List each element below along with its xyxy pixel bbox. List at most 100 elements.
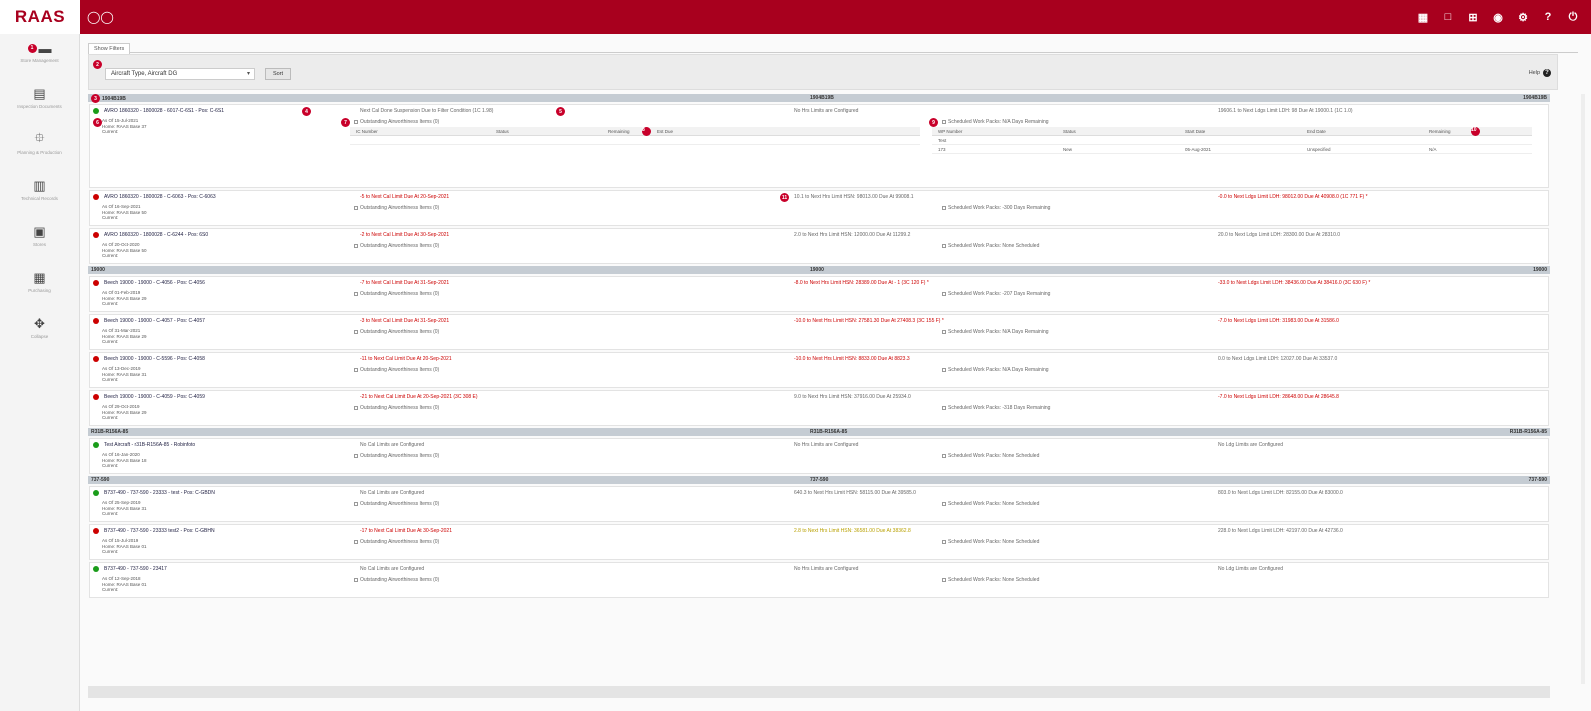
hrs-limit: 640.3 to Next Hrs Limit HSN: 58115.00 Du… [794, 490, 916, 496]
cal-limit: -17 to Next Cal Limit Due At 30-Sep-2021 [360, 528, 452, 534]
aircraft-card[interactable]: AVRO 1860320 - 1800028 - 6017-C-6S1 - Po… [89, 104, 1549, 188]
step-badge: 11 [780, 193, 789, 202]
aircraft-title[interactable]: B737-490 - 737-590 - 23417 [104, 566, 167, 572]
aircraft-card[interactable]: Beech 19000 - 19000 - C-4057 - Pos: C-40… [89, 314, 1549, 350]
outstanding-airworthiness-toggle[interactable]: Outstanding Airworthiness Items (0) [354, 501, 439, 507]
scheduled-work-packs-toggle[interactable]: Scheduled Work Packs: None Scheduled [942, 577, 1039, 583]
column-header[interactable]: End Date [1301, 129, 1423, 134]
aircraft-card[interactable]: Beech 19000 - 19000 - C-4059 - Pos: C-40… [89, 390, 1549, 426]
scheduled-work-packs-toggle[interactable]: Scheduled Work Packs: -300 Days Remainin… [942, 205, 1050, 211]
sidebar-item-planning-production[interactable]: ⯐ Planning & Production [0, 126, 79, 172]
scheduled-work-packs-toggle[interactable]: Scheduled Work Packs: N/A Days Remaining [942, 119, 1049, 125]
sidebar-item-store-management[interactable]: 1 ▬ Store Management [0, 34, 79, 80]
step-badge: 2 [93, 60, 102, 69]
aircraft-title[interactable]: AVRO 1860320 - 1800028 - C-6244 - Pos: 6… [104, 232, 208, 238]
outstanding-airworthiness-toggle[interactable]: Outstanding Airworthiness Items (0) [354, 577, 439, 583]
outstanding-airworthiness-label: Outstanding Airworthiness Items (0) [360, 119, 440, 125]
step-badge: 4 [302, 107, 311, 116]
checkbox-icon [942, 453, 946, 458]
outstanding-airworthiness-toggle[interactable]: Outstanding Airworthiness Items (0) [354, 205, 439, 211]
outstanding-airworthiness-toggle[interactable]: Outstanding Airworthiness Items (0) [354, 405, 439, 411]
group-header: 19000 19000 19000 [88, 266, 1550, 274]
show-filters-tab[interactable]: Show Filters [88, 43, 131, 54]
scheduled-work-packs-toggle[interactable]: Scheduled Work Packs: N/A Days Remaining [942, 329, 1049, 335]
checkbox-icon [942, 577, 946, 582]
outstanding-airworthiness-toggle[interactable]: Outstanding Airworthiness Items (0) [354, 539, 439, 545]
scheduled-work-packs-toggle[interactable]: Scheduled Work Packs: None Scheduled [942, 501, 1039, 507]
scheduled-work-packs-toggle[interactable]: Scheduled Work Packs: N/A Days Remaining [942, 367, 1049, 373]
export-icon[interactable]: ⊞ [1467, 11, 1479, 24]
aircraft-card[interactable]: B737-490 - 737-590 - 23417 No Cal Limits … [89, 562, 1549, 598]
aircraft-title[interactable]: Beech 19000 - 19000 - C-5596 - Pos: C-40… [104, 356, 205, 362]
aircraft-title[interactable]: Beech 19000 - 19000 - C-4057 - Pos: C-40… [104, 318, 205, 324]
aircraft-title[interactable]: Test Aircraft - r31B-R156A-85 - Robinfot… [104, 442, 195, 448]
brand-logo[interactable]: RAAS [0, 0, 80, 34]
table-row[interactable]: 173 New 05-Aug-2021 Unspecified N/A [932, 145, 1532, 154]
sidebar-item-label: Technical Records [21, 196, 58, 201]
aircraft-title[interactable]: AVRO 1860320 - 1800028 - C-6063 - Pos: C… [104, 194, 216, 200]
sidebar-item-stores[interactable]: ▣ Stores [0, 218, 79, 264]
aircraft-card[interactable]: Beech 19000 - 19000 - C-4056 - Pos: C-40… [89, 276, 1549, 312]
help-link[interactable]: Help ? [1529, 69, 1551, 77]
globe-icon[interactable]: ◉ [1492, 11, 1504, 24]
as-of-line: Current: [102, 587, 119, 592]
sidebar-item-purchasing[interactable]: ▦ Purchasing [0, 264, 79, 310]
chat-icon[interactable]: □ [1442, 11, 1454, 24]
scheduled-work-packs-toggle[interactable]: Scheduled Work Packs: None Scheduled [942, 539, 1039, 545]
scheduled-work-packs-toggle[interactable]: Scheduled Work Packs: -207 Days Remainin… [942, 291, 1050, 297]
sidebar-item-collapse[interactable]: ✥ Collapse [0, 310, 79, 356]
calculator-icon: ▦ [33, 270, 46, 285]
column-header[interactable]: Start Date [1179, 129, 1301, 134]
table-cell: New [1063, 146, 1073, 152]
aircraft-card[interactable]: AVRO 1860320 - 1800028 - C-6063 - Pos: C… [89, 190, 1549, 226]
table-cell: 05-Aug-2021 [1185, 146, 1212, 152]
scheduled-work-packs-label: Scheduled Work Packs: -318 Days Remainin… [948, 405, 1051, 411]
outstanding-airworthiness-toggle[interactable]: Outstanding Airworthiness Items (0) [354, 291, 439, 297]
aircraft-title[interactable]: Beech 19000 - 19000 - C-4056 - Pos: C-40… [104, 280, 205, 286]
power-icon[interactable]: ⏻ [1567, 11, 1579, 24]
outstanding-airworthiness-toggle[interactable]: Outstanding Airworthiness Items (0) [354, 367, 439, 373]
cal-limit: No Cal Limits are Configured [360, 566, 425, 572]
column-header[interactable]: Status [1057, 129, 1179, 134]
group-by-select[interactable]: Aircraft Type, Aircraft DG ▾ [105, 68, 255, 80]
ldg-limit: 803.0 to Next Ldgs Limit LDH: 82155.00 D… [1218, 490, 1343, 496]
column-header[interactable]: Est Due [651, 129, 881, 134]
sort-button[interactable]: Sort [265, 68, 291, 80]
column-header[interactable]: IC Number [350, 129, 490, 134]
report-icon[interactable]: ▦ [1417, 11, 1429, 24]
step-badge: 5 [556, 107, 565, 116]
scheduled-work-packs-toggle[interactable]: Scheduled Work Packs: None Scheduled [942, 453, 1039, 459]
settings-icon[interactable]: ⚙ [1517, 11, 1529, 24]
aircraft-title[interactable]: B737-490 - 737-590 - 23333 test2 - Pos: … [104, 528, 215, 534]
sidebar-item-technical-records[interactable]: ▥ Technical Records [0, 172, 79, 218]
aircraft-card[interactable]: Test Aircraft - r31B-R156A-85 - Robinfot… [89, 438, 1549, 474]
scheduled-work-packs-toggle[interactable]: Scheduled Work Packs: None Scheduled [942, 243, 1039, 249]
aircraft-card[interactable]: Beech 19000 - 19000 - C-5596 - Pos: C-40… [89, 352, 1549, 388]
aircraft-title[interactable]: B737-490 - 737-590 - 23333 - test - Pos:… [104, 490, 215, 496]
aircraft-card[interactable]: AVRO 1860320 - 1800028 - C-6244 - Pos: 6… [89, 228, 1549, 264]
sidebar-item-inspection-documents[interactable]: ▤ Inspection Documents [0, 80, 79, 126]
aircraft-title[interactable]: Beech 19000 - 19000 - C-4059 - Pos: C-40… [104, 394, 205, 400]
aircraft-card[interactable]: B737-490 - 737-590 - 23333 test2 - Pos: … [89, 524, 1549, 560]
as-of-block: As Of 31-Mar-2021 Home: RAAS Base 29 Curre… [102, 328, 147, 345]
outstanding-airworthiness-toggle[interactable]: Outstanding Airworthiness Items (0) [354, 453, 439, 459]
aircraft-card[interactable]: B737-490 - 737-590 - 23333 - test - Pos:… [89, 486, 1549, 522]
checkbox-icon [354, 119, 358, 124]
table-row[interactable]: Test [932, 136, 1532, 145]
help-icon[interactable]: ? [1542, 11, 1554, 24]
outstanding-airworthiness-toggle[interactable]: Outstanding Airworthiness Items (0) [354, 243, 439, 249]
scrollbar[interactable] [1581, 94, 1585, 684]
column-header[interactable]: Status [490, 129, 602, 134]
column-header[interactable]: WP Number [932, 129, 1057, 134]
table-header: WP Number Status Start Date End Date Remaini… [932, 126, 1532, 136]
as-of-block: As Of 15-Jul-2021 Home: RAAS Base 37 Curre… [102, 118, 147, 135]
binoculars-icon[interactable]: ◯◯ [87, 10, 114, 24]
checkbox-icon [942, 291, 946, 296]
outstanding-airworthiness-toggle[interactable]: Outstanding Airworthiness Items (0) [354, 329, 439, 335]
work-packs-table: WP Number Status Start Date End Date Remaini… [932, 126, 1532, 154]
group-name-center: 737-590 [810, 477, 829, 483]
outstanding-airworthiness-toggle[interactable]: Outstanding Airworthiness Items (0) [354, 119, 439, 125]
hrs-limit: -10.0 to Next Hrs Limit HSN: 27581.30 Du… [794, 318, 944, 324]
scheduled-work-packs-toggle[interactable]: Scheduled Work Packs: -318 Days Remainin… [942, 405, 1050, 411]
aircraft-title[interactable]: AVRO 1860320 - 1800028 - 6017-C-6S1 - Po… [104, 108, 224, 114]
